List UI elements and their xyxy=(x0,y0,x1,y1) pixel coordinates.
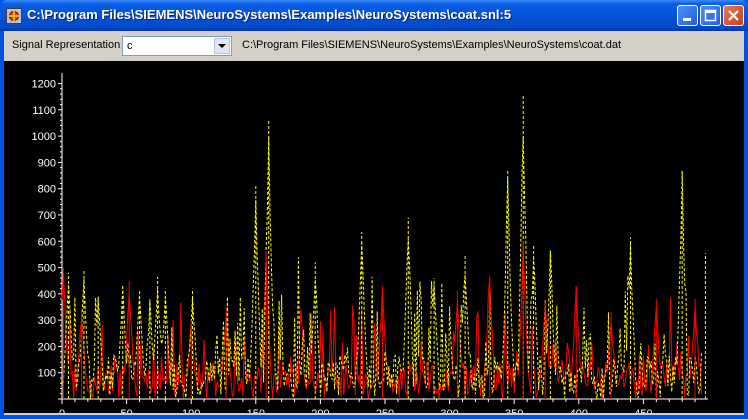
toolbar: Signal Representation c C:\Program Files… xyxy=(4,31,744,61)
series-line-yellow xyxy=(61,136,702,399)
y-tick-label: 1000 xyxy=(32,131,56,143)
dropdown-button[interactable] xyxy=(214,38,230,54)
y-tick-label: 700 xyxy=(38,210,56,222)
signal-plot[interactable]: 100 200 300 400 500 600 700 800 900 1000 1100 1200 0… xyxy=(4,61,744,413)
x-tick-label: 100 xyxy=(182,408,200,413)
app-window: C:\Program Files\SIEMENS\NeuroSystems\Ex… xyxy=(0,0,748,419)
x-tick-label: 400 xyxy=(570,408,588,413)
y-tick-label: 800 xyxy=(38,184,56,196)
y-tick-label: 1200 xyxy=(32,79,56,91)
y-tick-label: 900 xyxy=(38,157,56,169)
x-tick-label: 350 xyxy=(505,408,523,413)
y-tick-label: 1100 xyxy=(32,105,56,117)
client-area: Signal Representation c C:\Program Files… xyxy=(4,31,744,415)
window-title: C:\Program Files\SIEMENS\NeuroSystems\Ex… xyxy=(27,7,512,22)
x-tick-label: 300 xyxy=(440,408,458,413)
x-tick-label: 0 xyxy=(59,408,65,413)
y-tick-label: 600 xyxy=(38,236,56,248)
minimize-button[interactable] xyxy=(677,5,698,26)
app-icon[interactable] xyxy=(6,8,22,24)
y-tick-label: 400 xyxy=(38,289,56,301)
y-tick-label: 200 xyxy=(38,341,56,353)
maximize-button[interactable] xyxy=(700,5,721,26)
y-tick-label: 100 xyxy=(38,368,56,380)
signal-representation-label: Signal Representation xyxy=(12,39,121,51)
signal-chart: 100 200 300 400 500 600 700 800 900 1000 1100 1200 0… xyxy=(32,73,708,413)
x-tick-label: 450 xyxy=(634,408,652,413)
x-tick-label: 50 xyxy=(120,408,132,413)
close-button[interactable] xyxy=(723,5,744,26)
x-tick-label: 250 xyxy=(376,408,394,413)
x-tick-label: 200 xyxy=(311,408,329,413)
y-tick-label: 500 xyxy=(38,263,56,275)
signal-representation-select[interactable]: c xyxy=(122,36,232,56)
window-frame-bottom xyxy=(0,415,748,419)
signal-representation-value: c xyxy=(127,40,133,52)
data-file-path: C:\Program Files\SIEMENS\NeuroSystems\Ex… xyxy=(242,39,622,51)
x-tick-label: 150 xyxy=(247,408,265,413)
y-tick-label: 300 xyxy=(38,315,56,327)
close-icon xyxy=(728,10,739,21)
minimize-icon xyxy=(683,18,691,21)
title-bar[interactable]: C:\Program Files\SIEMENS\NeuroSystems\Ex… xyxy=(0,0,748,31)
maximize-icon xyxy=(704,9,717,22)
chevron-down-icon xyxy=(218,44,226,48)
